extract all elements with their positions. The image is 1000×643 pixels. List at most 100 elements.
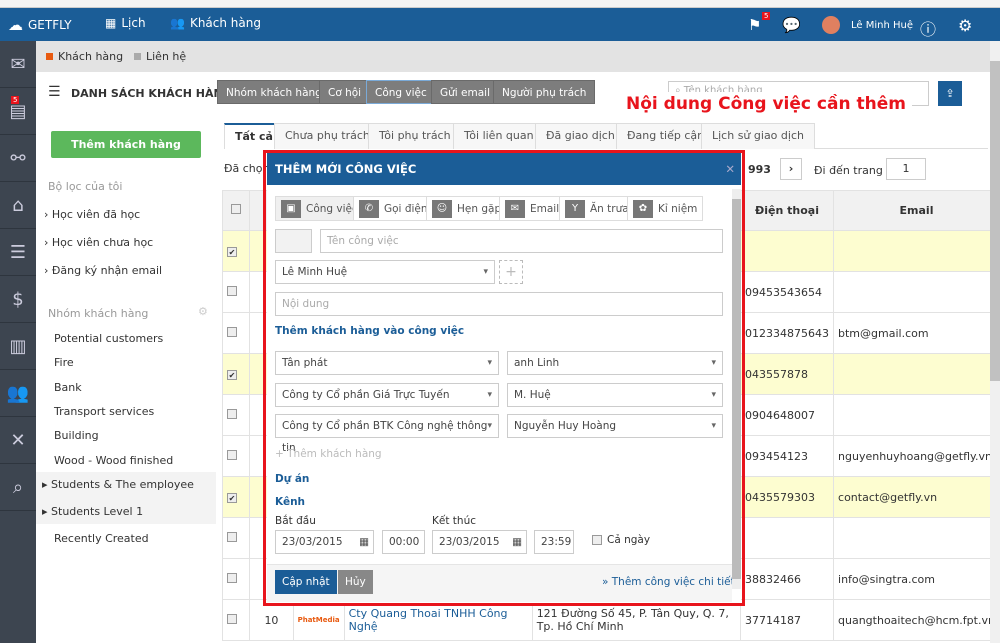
add-customer-button[interactable]: Thêm khách hàng [51,131,201,158]
rail-news[interactable]: ☰ [0,229,36,276]
upload-icon: ⇪ [945,87,955,100]
group-item-expandable[interactable]: ▸ Students Level 1 [42,505,143,518]
group-item[interactable]: Recently Created [54,532,149,545]
channel-label[interactable]: Kênh [275,496,305,508]
start-date-input[interactable]: 23/03/2015 ▦ [275,530,374,554]
rail-network[interactable]: ⚯ [0,135,36,182]
tab-mine[interactable]: Tôi phụ trách [368,123,462,149]
assignee-select[interactable]: Lê Minh Huệ [275,260,495,284]
calendar-icon[interactable]: ▦ [359,531,369,553]
customer-select[interactable]: Công ty Cổ phần BTK Công nghệ thông tin [275,414,499,454]
type-call[interactable]: ✆ Gọi điện [353,196,434,221]
cell-phone: 0904648007 [740,394,835,436]
page-scrollbar[interactable] [990,41,1000,643]
start-time-input[interactable]: 00:00 [382,530,425,554]
customer-name-link[interactable]: Cty Quang Thoai TNHH Công Nghệ [349,607,508,633]
group-item[interactable]: Wood - Wood finished [54,454,173,467]
rail-graph[interactable]: ✕ [0,417,36,464]
select-all-checkbox[interactable] [231,204,242,214]
all-day-checkbox[interactable]: Cả ngày [592,534,650,546]
rail-users[interactable]: 👥 [0,370,36,417]
end-date-input[interactable]: 23/03/2015 ▦ [432,530,527,554]
send-email-button[interactable]: Gửi email [431,80,500,104]
nav-calendar[interactable]: ▦ Lịch [105,16,146,30]
contact-select[interactable]: anh Linh [507,351,723,375]
row-checkbox[interactable] [227,285,237,296]
settings-button[interactable]: ⚙ [958,16,972,35]
next-page-button[interactable]: › [780,158,802,180]
cancel-button[interactable]: Hủy [338,570,373,594]
add-assignee-button[interactable]: + [499,260,523,284]
row-checkbox[interactable] [227,572,237,583]
export-button[interactable]: ⇪ [938,81,962,106]
page-input[interactable]: 1 [886,158,926,180]
tab-related[interactable]: Tôi liên quan [453,123,545,149]
row-checkbox[interactable] [227,449,237,460]
tab-history[interactable]: Lịch sử giao dịch [701,123,815,149]
group-item[interactable]: Building [54,429,99,442]
row-checkbox[interactable] [227,326,237,337]
cell-phone: 0435579303 [740,476,835,518]
filter-item[interactable]: › Học viên đã học [44,208,140,221]
modal-scrollbar-thumb[interactable] [732,199,741,579]
type-anniversary[interactable]: ✿ Kỉ niệm [627,196,704,221]
group-button[interactable]: Nhóm khách hàng [217,80,331,104]
tab-transacted[interactable]: Đã giao dịch [535,123,626,149]
row-checkbox[interactable] [227,531,237,542]
menu-icon[interactable]: ☰ [48,84,61,100]
row-checkbox[interactable]: ✔ [227,492,237,503]
gear-icon[interactable]: ⚙ [198,305,208,318]
group-item[interactable]: Transport services [54,405,154,418]
type-email[interactable]: ✉ Email [499,196,566,221]
opportunity-button[interactable]: Cơ hội [319,80,371,104]
project-label[interactable]: Dự án [275,473,309,485]
color-picker[interactable] [275,229,312,253]
cell-phone [740,517,835,559]
group-item[interactable]: Bank [54,381,82,394]
type-lunch[interactable]: Y Ăn trưa [559,196,635,221]
assignee-button[interactable]: Người phụ trách [493,80,596,104]
tab-unassigned[interactable]: Chưa phụ trách [274,123,381,149]
logo[interactable]: ☁ GETFLY [8,16,72,34]
contact-select[interactable]: M. Huệ [507,383,723,407]
task-name-input[interactable]: Tên công việc [320,229,723,253]
group-item-expandable[interactable]: ▸ Students & The employee [42,478,194,491]
save-button[interactable]: Cập nhật [275,570,337,594]
customer-select[interactable]: Công ty Cổ phần Giá Trực Tuyến [275,383,499,407]
subtab-customers[interactable]: Khách hàng [46,50,123,63]
scrollbar-thumb[interactable] [990,61,1000,381]
type-task[interactable]: ▣ Công việc [275,196,364,221]
group-item[interactable]: Fire [54,356,74,369]
notifications-button[interactable]: ⚑ 5 [748,12,771,34]
nav-customers[interactable]: 👥 Khách hàng [170,16,261,30]
rail-reports[interactable]: ▥ [0,323,36,370]
add-customer-link[interactable]: + Thêm khách hàng [275,448,382,460]
group-item[interactable]: Potential customers [54,332,163,345]
row-checkbox[interactable]: ✔ [227,246,237,257]
subtab-contacts[interactable]: Liên hệ [134,50,186,63]
cell-email: quangthoaitech@hcm.fpt.vn [833,599,1000,641]
row-checkbox[interactable]: ✔ [227,369,237,380]
rail-mail[interactable]: ✉ [0,41,36,88]
chat-button[interactable]: 💬 [782,16,801,34]
filter-item[interactable]: › Đăng ký nhận email [44,264,162,277]
content-input[interactable]: Nội dung [275,292,723,316]
end-time-input[interactable]: 23:59 [534,530,574,554]
type-meeting[interactable]: ☺ Hẹn gặp [426,196,508,221]
row-checkbox[interactable] [227,613,237,624]
rail-search[interactable]: ⌕ [0,464,36,511]
contact-select[interactable]: Nguyễn Huy Hoàng [507,414,723,438]
rail-sales[interactable]: $ [0,276,36,323]
rail-tasks[interactable]: ▤ 5 [0,88,36,135]
close-icon[interactable]: ✕ [725,153,735,185]
customer-select[interactable]: Tân phát [275,351,499,375]
calendar-icon[interactable]: ▦ [512,531,522,553]
modal-scrollbar[interactable] [732,189,741,589]
rail-presentation[interactable]: ⌂ [0,182,36,229]
task-detail-link[interactable]: » Thêm công việc chi tiết [602,576,735,588]
filter-item[interactable]: › Học viên chưa học [44,236,153,249]
row-checkbox[interactable] [227,408,237,419]
task-button[interactable]: Công việc [366,80,436,104]
help-button[interactable]: ⓘ [920,16,936,40]
user-menu[interactable]: Lê Minh Huệ [822,16,913,34]
